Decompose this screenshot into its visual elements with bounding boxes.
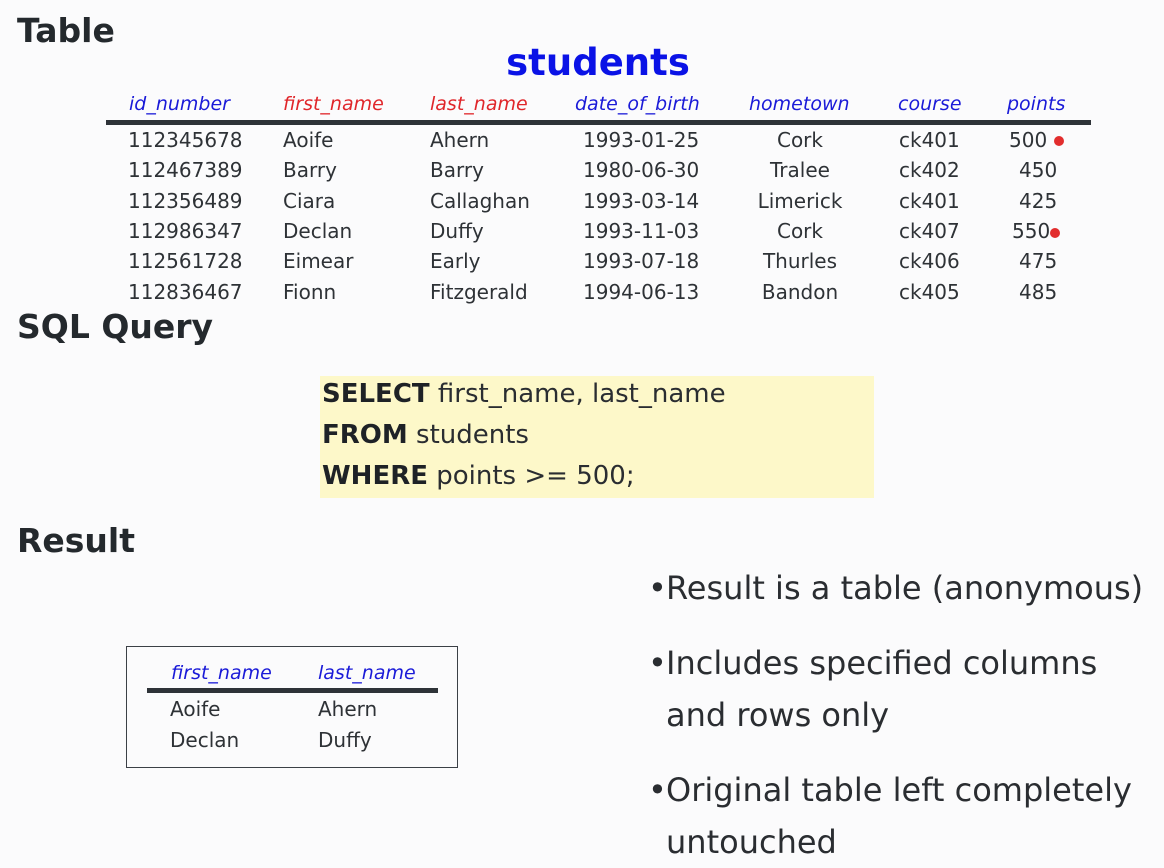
bullet-text-continued: untouched [666, 823, 837, 861]
col-header-last-name: last_name [430, 93, 528, 115]
cell-hometown: Cork [776, 219, 823, 243]
bullet-glyph: • [648, 569, 667, 607]
result-col-header-first-name: first_name [171, 662, 272, 684]
cell-hometown: Cork [776, 128, 823, 152]
students-table-title: students [506, 41, 690, 84]
bullet-text: Original table left completely [666, 771, 1132, 809]
bullet-item: •Original table left completely untouched [648, 764, 1132, 868]
sql-line-where: WHERE points >= 500; [322, 461, 635, 491]
bullet-glyph: • [648, 644, 667, 682]
cell-first-name: Barry [283, 158, 337, 182]
result-cell-last-name: Duffy [318, 728, 372, 752]
cell-first-name: Eimear [283, 249, 354, 273]
cell-date-of-birth: 1993-01-25 [583, 128, 700, 152]
cell-points: 475 [1019, 249, 1058, 273]
bullet-item: •Includes specified columns and rows only [648, 637, 1097, 741]
sql-line-from: FROM students [322, 420, 529, 450]
result-table: first_name last_name Aoife Ahern Declan … [126, 646, 458, 768]
cell-id-number: 112345678 [128, 128, 243, 152]
cell-last-name: Callaghan [430, 189, 530, 213]
cell-first-name: Declan [283, 219, 353, 243]
col-header-id-number: id_number [129, 93, 230, 115]
cell-course: ck401 [899, 128, 960, 152]
cell-date-of-birth: 1980-06-30 [583, 158, 700, 182]
result-col-header-last-name: last_name [318, 662, 416, 684]
highlight-dot [1050, 228, 1060, 238]
cell-points: 485 [1019, 280, 1058, 304]
cell-course: ck402 [899, 158, 960, 182]
cell-first-name: Ciara [283, 189, 336, 213]
bullet-item: •Result is a table (anonymous) [648, 562, 1143, 614]
result-cell-last-name: Ahern [318, 697, 378, 721]
sql-select-columns: first_name, last_name [429, 379, 726, 409]
cell-first-name: Aoife [283, 128, 334, 152]
cell-hometown: Limerick [757, 189, 843, 213]
col-header-course: course [898, 93, 962, 115]
cell-points: 500 [1009, 128, 1048, 152]
sql-keyword-select: SELECT [322, 379, 430, 409]
cell-course: ck407 [899, 219, 960, 243]
cell-id-number: 112467389 [128, 158, 243, 182]
col-header-date-of-birth: date_of_birth [575, 93, 700, 115]
cell-id-number: 112836467 [128, 280, 243, 304]
cell-last-name: Barry [430, 158, 484, 182]
heading-result: Result [17, 521, 136, 560]
cell-last-name: Duffy [430, 219, 484, 243]
heading-sql-query: SQL Query [17, 307, 214, 346]
cell-points: 550 [1012, 219, 1051, 243]
col-header-points: points [1007, 93, 1066, 115]
result-header-rule [147, 688, 438, 693]
bullet-text-continued: and rows only [666, 696, 890, 734]
result-cell-first-name: Aoife [170, 697, 221, 721]
bullet-text: Result is a table (anonymous) [666, 569, 1144, 607]
sql-line-select: SELECT first_name, last_name [322, 379, 726, 409]
cell-course: ck406 [899, 249, 960, 273]
sql-query-box: SELECT first_name, last_name FROM studen… [320, 376, 874, 498]
cell-points: 450 [1019, 158, 1058, 182]
cell-date-of-birth: 1993-11-03 [583, 219, 700, 243]
sql-keyword-from: FROM [322, 420, 408, 450]
heading-table: Table [17, 11, 115, 50]
cell-points: 425 [1019, 189, 1058, 213]
cell-course: ck405 [899, 280, 960, 304]
sql-from-table: students [407, 420, 529, 450]
bullet-glyph: • [648, 771, 667, 809]
cell-id-number: 112561728 [128, 249, 243, 273]
col-header-first-name: first_name [283, 93, 384, 115]
cell-hometown: Thurles [762, 249, 838, 273]
cell-date-of-birth: 1993-03-14 [583, 189, 700, 213]
header-rule [106, 120, 1091, 125]
cell-id-number: 112986347 [128, 219, 243, 243]
cell-first-name: Fionn [283, 280, 337, 304]
cell-last-name: Ahern [430, 128, 490, 152]
cell-last-name: Early [430, 249, 481, 273]
cell-last-name: Fitzgerald [430, 280, 528, 304]
cell-id-number: 112356489 [128, 189, 243, 213]
sql-where-condition: points >= 500; [427, 461, 635, 491]
highlight-dot [1054, 136, 1064, 146]
cell-date-of-birth: 1994-06-13 [583, 280, 700, 304]
cell-hometown: Bandon [761, 280, 839, 304]
result-cell-first-name: Declan [170, 728, 240, 752]
sql-keyword-where: WHERE [322, 461, 428, 491]
bullet-text: Includes specified columns [666, 644, 1098, 682]
col-header-hometown: hometown [749, 93, 850, 115]
cell-date-of-birth: 1993-07-18 [583, 249, 700, 273]
cell-course: ck401 [899, 189, 960, 213]
cell-hometown: Tralee [770, 158, 830, 182]
